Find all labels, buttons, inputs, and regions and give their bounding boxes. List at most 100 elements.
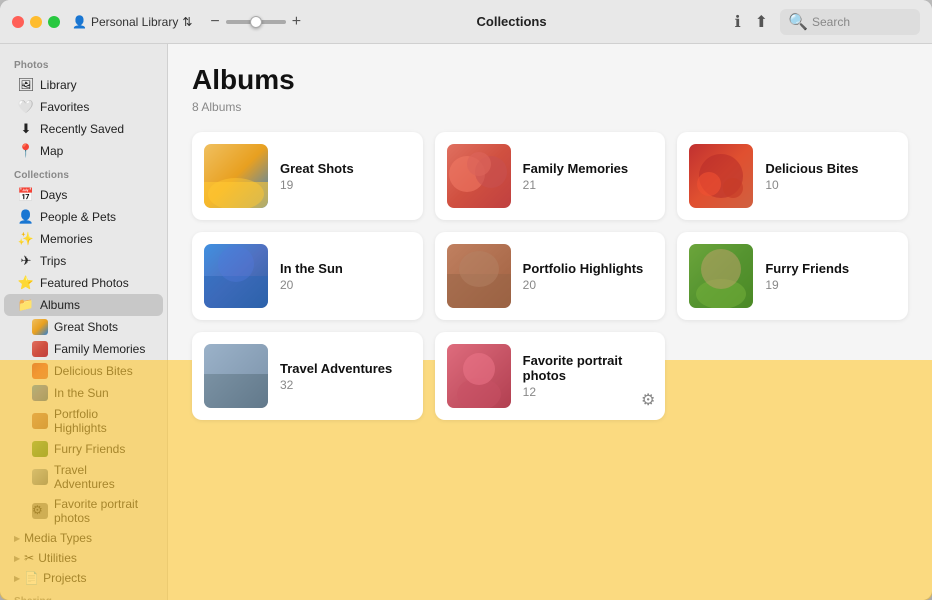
sidebar-item-memories[interactable]: ✨ Memories <box>4 228 163 250</box>
heart-icon: 🤍 <box>18 99 34 115</box>
star-icon: ⭐ <box>18 275 34 291</box>
info-button[interactable]: ℹ <box>733 10 743 34</box>
download-icon: ⬇ <box>18 121 34 137</box>
album-count-travel-adventures: 32 <box>280 378 411 392</box>
album-count-family-memories: 21 <box>523 178 654 192</box>
sidebar-item-people-pets[interactable]: 👤 People & Pets <box>4 206 163 228</box>
sidebar-label-recently-saved: Recently Saved <box>40 122 124 136</box>
sidebar-label-library: Library <box>40 78 77 92</box>
album-count-in-the-sun: 20 <box>280 278 411 292</box>
sidebar-label-people-pets: People & Pets <box>40 210 116 224</box>
album-card-favorite-portrait[interactable]: Favorite portrait photos12⚙ <box>435 332 666 420</box>
zoom-slider[interactable] <box>226 20 286 24</box>
zoom-in-button[interactable]: + <box>290 13 303 31</box>
zoom-controls: − + <box>208 13 303 31</box>
album-name-family-memories: Family Memories <box>523 161 654 176</box>
album-name-delicious-bites: Delicious Bites <box>765 161 896 176</box>
album-thumb-furry-friends <box>689 244 753 308</box>
sidebar-item-albums[interactable]: 📁 Albums <box>4 294 163 316</box>
album-info-travel-adventures: Travel Adventures 32 <box>280 361 411 392</box>
album-info-in-the-sun: In the Sun 20 <box>280 261 411 292</box>
album-thumb-travel-adventures <box>204 344 268 408</box>
share-button[interactable]: ⬆ <box>753 10 770 34</box>
album-card-delicious-bites[interactable]: Delicious Bites 10 <box>677 132 908 220</box>
album-card-furry-friends[interactable]: Furry Friends19 <box>677 232 908 320</box>
sidebar-label-favorites: Favorites <box>40 100 89 114</box>
folder-icon: 📁 <box>18 297 34 313</box>
sidebar-item-featured-photos[interactable]: ⭐ Featured Photos <box>4 272 163 294</box>
sidebar-label-albums: Albums <box>40 298 80 312</box>
sidebar-item-map[interactable]: 📍 Map <box>4 140 163 162</box>
great-shots-thumb <box>32 319 48 335</box>
album-card-portfolio-highlights[interactable]: Portfolio Highlights 20 <box>435 232 666 320</box>
sidebar-item-days[interactable]: 📅 Days <box>4 184 163 206</box>
album-thumb-great-shots <box>204 144 268 208</box>
sidebar-sub-label-family-memories: Family Memories <box>54 342 145 356</box>
close-button[interactable] <box>12 16 24 28</box>
album-info-favorite-portrait: Favorite portrait photos12 <box>523 353 654 399</box>
minimize-button[interactable] <box>30 16 42 28</box>
sidebar-section-photos: Photos <box>0 52 167 74</box>
album-thumb-favorite-portrait <box>447 344 511 408</box>
album-info-family-memories: Family Memories 21 <box>523 161 654 192</box>
album-card-travel-adventures[interactable]: Travel Adventures 32 <box>192 332 423 420</box>
album-count-portfolio-highlights: 20 <box>523 278 654 292</box>
trips-icon: ✈ <box>18 253 34 269</box>
sidebar-label-days: Days <box>40 188 67 202</box>
search-icon: 🔍 <box>788 12 808 32</box>
album-card-great-shots[interactable]: Great Shots 19 <box>192 132 423 220</box>
sidebar-label-featured-photos: Featured Photos <box>40 276 129 290</box>
zoom-thumb <box>250 16 262 28</box>
sidebar-section-collections: Collections <box>0 162 167 184</box>
people-icon: 👤 <box>18 209 34 225</box>
person-icon: 👤 <box>72 15 87 29</box>
maximize-button[interactable] <box>48 16 60 28</box>
family-memories-thumb <box>32 341 48 357</box>
library-selector[interactable]: 👤 Personal Library ⇅ <box>72 15 192 29</box>
sidebar-sub-great-shots[interactable]: Great Shots <box>4 316 163 338</box>
sidebar-item-favorites[interactable]: 🤍 Favorites <box>4 96 163 118</box>
album-info-delicious-bites: Delicious Bites 10 <box>765 161 896 192</box>
sidebar-label-map: Map <box>40 144 63 158</box>
sidebar: Photos 🖼 Library 🤍 Favorites ⬇ Recently … <box>0 44 168 600</box>
sidebar-item-library[interactable]: 🖼 Library <box>4 74 163 96</box>
library-icon: 🖼 <box>18 77 34 93</box>
search-bar[interactable]: 🔍 <box>780 9 920 35</box>
album-thumb-family-memories <box>447 144 511 208</box>
sidebar-label-trips: Trips <box>40 254 66 268</box>
album-name-great-shots: Great Shots <box>280 161 411 176</box>
album-name-travel-adventures: Travel Adventures <box>280 361 411 376</box>
search-input[interactable] <box>812 15 912 29</box>
album-card-in-the-sun[interactable]: In the Sun 20 <box>192 232 423 320</box>
album-count: 8 Albums <box>192 100 908 114</box>
album-info-furry-friends: Furry Friends19 <box>765 261 896 292</box>
album-thumb-delicious-bites <box>689 144 753 208</box>
calendar-icon: 📅 <box>18 187 34 203</box>
main-window: 👤 Personal Library ⇅ − + Collections ℹ ⬆… <box>0 0 932 600</box>
album-name-portfolio-highlights: Portfolio Highlights <box>523 261 654 276</box>
album-count-furry-friends: 19 <box>765 278 896 292</box>
sidebar-item-recently-saved[interactable]: ⬇ Recently Saved <box>4 118 163 140</box>
album-count-great-shots: 19 <box>280 178 411 192</box>
gear-icon[interactable]: ⚙ <box>641 390 655 410</box>
titlebar: 👤 Personal Library ⇅ − + Collections ℹ ⬆… <box>0 0 932 44</box>
album-info-great-shots: Great Shots 19 <box>280 161 411 192</box>
library-label: Personal Library <box>91 15 178 29</box>
album-count-favorite-portrait: 12 <box>523 385 654 399</box>
album-info-portfolio-highlights: Portfolio Highlights 20 <box>523 261 654 292</box>
page-title: Albums <box>192 64 908 96</box>
window-title: Collections <box>303 14 720 29</box>
titlebar-left: 👤 Personal Library ⇅ − + <box>72 13 303 31</box>
map-pin-icon: 📍 <box>18 143 34 159</box>
album-name-in-the-sun: In the Sun <box>280 261 411 276</box>
album-count-delicious-bites: 10 <box>765 178 896 192</box>
album-card-family-memories[interactable]: Family Memories 21 <box>435 132 666 220</box>
sidebar-sub-family-memories[interactable]: Family Memories <box>4 338 163 360</box>
album-thumb-portfolio-highlights <box>447 244 511 308</box>
chevron-updown-icon: ⇅ <box>182 15 192 29</box>
titlebar-right: ℹ ⬆ 🔍 <box>720 9 920 35</box>
zoom-out-button[interactable]: − <box>208 13 221 31</box>
album-thumb-in-the-sun <box>204 244 268 308</box>
sidebar-label-memories: Memories <box>40 232 93 246</box>
sidebar-item-trips[interactable]: ✈ Trips <box>4 250 163 272</box>
